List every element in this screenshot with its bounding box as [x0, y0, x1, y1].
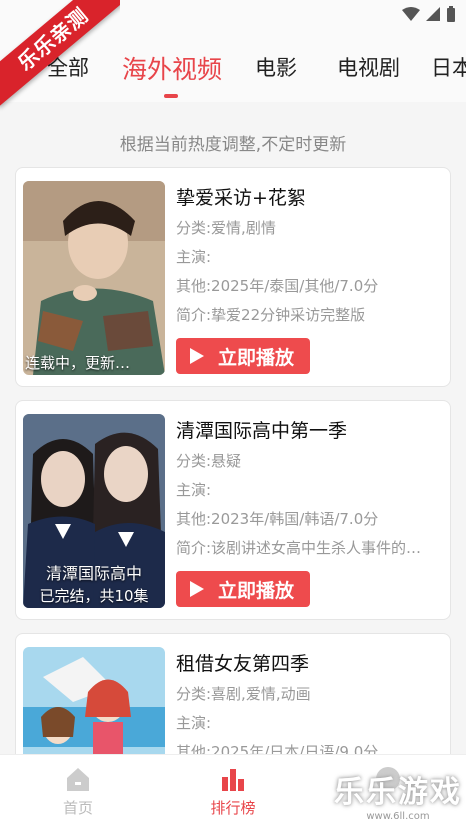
play-now-button[interactable]: 立即播放	[176, 571, 310, 607]
video-intro: 简介:该剧讲述女高中生杀人事件的…	[176, 539, 422, 557]
video-genre: 分类:悬疑	[176, 452, 242, 470]
site-watermark: 乐乐游戏 www.6ll.com	[334, 767, 462, 822]
video-cast: 主演:	[176, 248, 212, 266]
poster-status: 已完结，共10集	[39, 587, 149, 605]
video-genre: 分类:喜剧,爱情,动画	[176, 685, 311, 703]
video-cast: 主演:	[176, 481, 212, 499]
update-notice: 根据当前热度调整,不定时更新	[119, 135, 347, 155]
nav-ranking[interactable]: 排行榜	[173, 765, 293, 818]
nav-ranking-label: 排行榜	[210, 799, 256, 817]
play-now-label: 立即播放	[218, 579, 295, 602]
active-tab-indicator	[164, 94, 178, 98]
home-icon	[67, 768, 89, 791]
poster-image	[23, 181, 165, 375]
wifi-icon	[402, 7, 420, 21]
play-icon	[190, 348, 204, 364]
video-info: 租借女友第四季 分类:喜剧,爱情,动画 主演: 其他:2025年/日本/日语/9…	[176, 648, 446, 767]
video-title[interactable]: 挚爱采访+花絮	[176, 182, 446, 214]
corner-banner-label: 乐乐亲测	[0, 0, 120, 107]
video-card[interactable]: 连载中，更新… 挚爱采访+花絮 分类:爱情,剧情 主演: 其他:2025年/泰国…	[15, 167, 451, 387]
poster-status: 连载中，更新…	[25, 354, 131, 372]
tab-overseas-video[interactable]: 海外视频	[122, 50, 222, 86]
corner-banner: 乐乐亲测	[0, 0, 120, 120]
video-other: 其他:2025年/泰国/其他/7.0分	[176, 277, 379, 295]
tab-japan[interactable]: 日本	[431, 52, 466, 82]
play-now-button[interactable]: 立即播放	[176, 338, 310, 374]
watermark-url: www.6ll.com	[366, 811, 430, 822]
video-intro: 简介:挚爱22分钟采访完整版	[176, 306, 366, 324]
tab-movie[interactable]: 电影	[255, 52, 297, 82]
nav-home[interactable]: 首页	[18, 765, 138, 818]
play-now-label: 立即播放	[218, 346, 295, 369]
status-icons	[402, 6, 456, 22]
poster-title: 清潭国际高中	[45, 564, 142, 583]
nav-home-label: 首页	[62, 799, 93, 817]
video-title[interactable]: 租借女友第四季	[176, 648, 446, 680]
video-other: 其他:2023年/韩国/韩语/7.0分	[176, 510, 379, 528]
video-genre: 分类:爱情,剧情	[176, 219, 276, 237]
video-poster[interactable]: 连载中，更新…	[23, 181, 165, 375]
signal-icon	[426, 7, 440, 21]
tab-tv-series[interactable]: 电视剧	[337, 52, 400, 82]
ranking-icon	[222, 769, 244, 791]
video-info: 清潭国际高中第一季 分类:悬疑 主演: 其他:2023年/韩国/韩语/7.0分 …	[176, 415, 446, 563]
video-title[interactable]: 清潭国际高中第一季	[176, 415, 446, 447]
play-icon	[190, 581, 204, 597]
battery-icon	[447, 6, 455, 22]
video-card[interactable]: 清潭国际高中 已完结，共10集 清潭国际高中第一季 分类:悬疑 主演: 其他:2…	[15, 400, 451, 620]
video-poster[interactable]: 清潭国际高中 已完结，共10集	[23, 414, 165, 608]
video-cast: 主演:	[176, 714, 212, 732]
watermark-logo-text: 乐乐游戏	[334, 775, 462, 810]
video-info: 挚爱采访+花絮 分类:爱情,剧情 主演: 其他:2025年/泰国/其他/7.0分…	[176, 182, 446, 330]
